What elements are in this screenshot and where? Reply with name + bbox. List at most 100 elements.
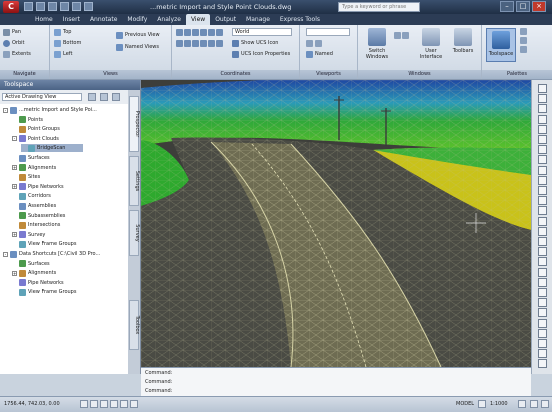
circle-icon[interactable] <box>538 104 547 114</box>
tree-item[interactable]: Points <box>12 116 43 124</box>
rotate-icon[interactable] <box>538 165 547 175</box>
tab-annotate[interactable]: Annotate <box>85 14 122 25</box>
otrack-icon[interactable] <box>130 400 138 408</box>
tree-item[interactable]: - Point Clouds <box>12 135 59 143</box>
switch-windows-button[interactable]: Switch Windows <box>364 28 390 60</box>
toolbars-button[interactable]: Toolbars <box>450 28 476 54</box>
expand-icon[interactable]: + <box>12 232 17 238</box>
tree-item[interactable]: - Data Shortcuts [C:\Civil 3D Pro... <box>3 250 100 258</box>
extend-icon[interactable] <box>538 196 547 206</box>
minimize-button[interactable]: – <box>500 1 514 12</box>
named-views-button[interactable]: Named Views <box>116 43 159 51</box>
viewport-config-select[interactable] <box>306 28 350 36</box>
previous-view-button[interactable]: Previous View <box>116 31 160 39</box>
clean-screen-icon[interactable] <box>541 400 549 408</box>
ortho-icon[interactable] <box>100 400 108 408</box>
expand-icon[interactable]: + <box>12 165 17 171</box>
model-space-toggle[interactable]: MODEL <box>456 400 474 408</box>
zoom-icon[interactable] <box>538 349 547 359</box>
offset-icon[interactable] <box>538 206 547 216</box>
collapse-icon[interactable]: - <box>12 136 17 142</box>
layout-icon[interactable] <box>478 400 486 408</box>
arc-icon[interactable] <box>538 114 547 124</box>
block-icon[interactable] <box>538 328 547 338</box>
tree-item[interactable]: Point Groups <box>12 125 60 133</box>
polar-icon[interactable] <box>110 400 118 408</box>
extents-button[interactable]: Extents <box>3 50 31 58</box>
command-line[interactable]: Command: Command: Command: <box>141 367 531 397</box>
tree-item[interactable]: View Frame Groups <box>12 288 76 296</box>
toolspace-button[interactable]: Toolspace <box>486 28 516 62</box>
erase-icon[interactable] <box>538 267 547 277</box>
snap-icon[interactable] <box>80 400 88 408</box>
tab-manage[interactable]: Manage <box>241 14 275 25</box>
ucs-y-icon[interactable] <box>216 28 223 36</box>
text-icon[interactable] <box>538 277 547 287</box>
maximize-button[interactable]: □ <box>516 1 530 12</box>
annotation-scale[interactable]: 1:1000 <box>490 400 508 408</box>
ucs-icon[interactable] <box>176 28 183 36</box>
dimension-icon[interactable] <box>538 288 547 297</box>
tree-item[interactable]: Sites <box>12 173 40 181</box>
ucs-face-icon[interactable] <box>200 39 207 47</box>
named-viewports-button[interactable]: Named <box>306 50 333 58</box>
insert-icon[interactable] <box>538 339 547 348</box>
ucs-world-icon[interactable] <box>184 28 191 36</box>
tree-item[interactable]: Subassemblies <box>12 212 65 220</box>
tab-home[interactable]: Home <box>30 14 58 25</box>
save-icon[interactable] <box>48 2 57 11</box>
scale-icon[interactable] <box>538 175 547 185</box>
view-item-top[interactable]: Top <box>54 28 71 36</box>
trim-icon[interactable] <box>538 186 547 195</box>
explode-icon[interactable] <box>538 257 547 267</box>
tab-analyze[interactable]: Analyze <box>152 14 186 25</box>
tab-modify[interactable]: Modify <box>122 14 152 25</box>
polyline-icon[interactable] <box>538 94 547 104</box>
expand-icon[interactable]: + <box>12 184 17 190</box>
grid-icon[interactable] <box>90 400 98 408</box>
tree-item[interactable]: - ...metric Import and Style Poi... <box>3 106 97 114</box>
view-item-bottom[interactable]: Bottom <box>54 39 81 47</box>
workspace-icon[interactable] <box>518 400 526 408</box>
application-menu-button[interactable]: C <box>3 1 19 13</box>
tree-item[interactable]: + Pipe Networks <box>12 183 64 191</box>
collapse-icon[interactable]: - <box>3 251 8 257</box>
plot-icon[interactable] <box>84 2 93 11</box>
chamfer-icon[interactable] <box>538 247 547 257</box>
new-icon[interactable] <box>24 2 33 11</box>
tree-item[interactable]: Surfaces <box>12 154 50 162</box>
tree-item[interactable]: BridgeScan <box>21 144 84 153</box>
tree-item[interactable]: + Alignments <box>12 164 56 172</box>
tab-express-tools[interactable]: Express Tools <box>275 14 325 25</box>
tree-item[interactable]: Corridors <box>12 192 51 200</box>
tree-item[interactable]: Intersections <box>12 221 60 229</box>
tile-vertical-icon[interactable] <box>402 31 409 39</box>
redo-icon[interactable] <box>72 2 81 11</box>
ucs-object-icon[interactable] <box>192 39 199 47</box>
help-icon[interactable] <box>112 93 120 101</box>
tab-survey[interactable]: Survey <box>129 210 140 256</box>
tree-item[interactable]: + Survey <box>12 231 45 239</box>
osnap-icon[interactable] <box>120 400 128 408</box>
copy-icon[interactable] <box>538 155 547 165</box>
tab-insert[interactable]: Insert <box>58 14 85 25</box>
drawing-canvas[interactable] <box>141 80 531 367</box>
tab-toolbox[interactable]: Toolbox <box>129 300 140 350</box>
line-icon[interactable] <box>538 84 547 93</box>
ucs-x-icon[interactable] <box>208 28 215 36</box>
tree-item[interactable]: + Alignments <box>12 269 56 277</box>
rectangle-icon[interactable] <box>538 124 547 134</box>
expand-icon[interactable]: + <box>12 270 17 276</box>
viewport-join-icon[interactable] <box>306 39 313 47</box>
tool-palettes-icon[interactable] <box>520 37 527 44</box>
match-icon[interactable] <box>538 318 547 328</box>
design-center-icon[interactable] <box>520 46 527 53</box>
pan-tool-icon[interactable] <box>538 359 547 369</box>
tree-item[interactable]: Pipe Networks <box>12 279 64 287</box>
move-icon[interactable] <box>538 145 547 155</box>
viewport-clip-icon[interactable] <box>315 39 322 47</box>
toolspace-view-select[interactable]: Active Drawing View <box>2 93 82 101</box>
ucs-3point-icon[interactable] <box>200 28 207 36</box>
tab-prospector[interactable]: Prospector <box>129 96 140 152</box>
hatch-icon[interactable] <box>538 135 547 144</box>
